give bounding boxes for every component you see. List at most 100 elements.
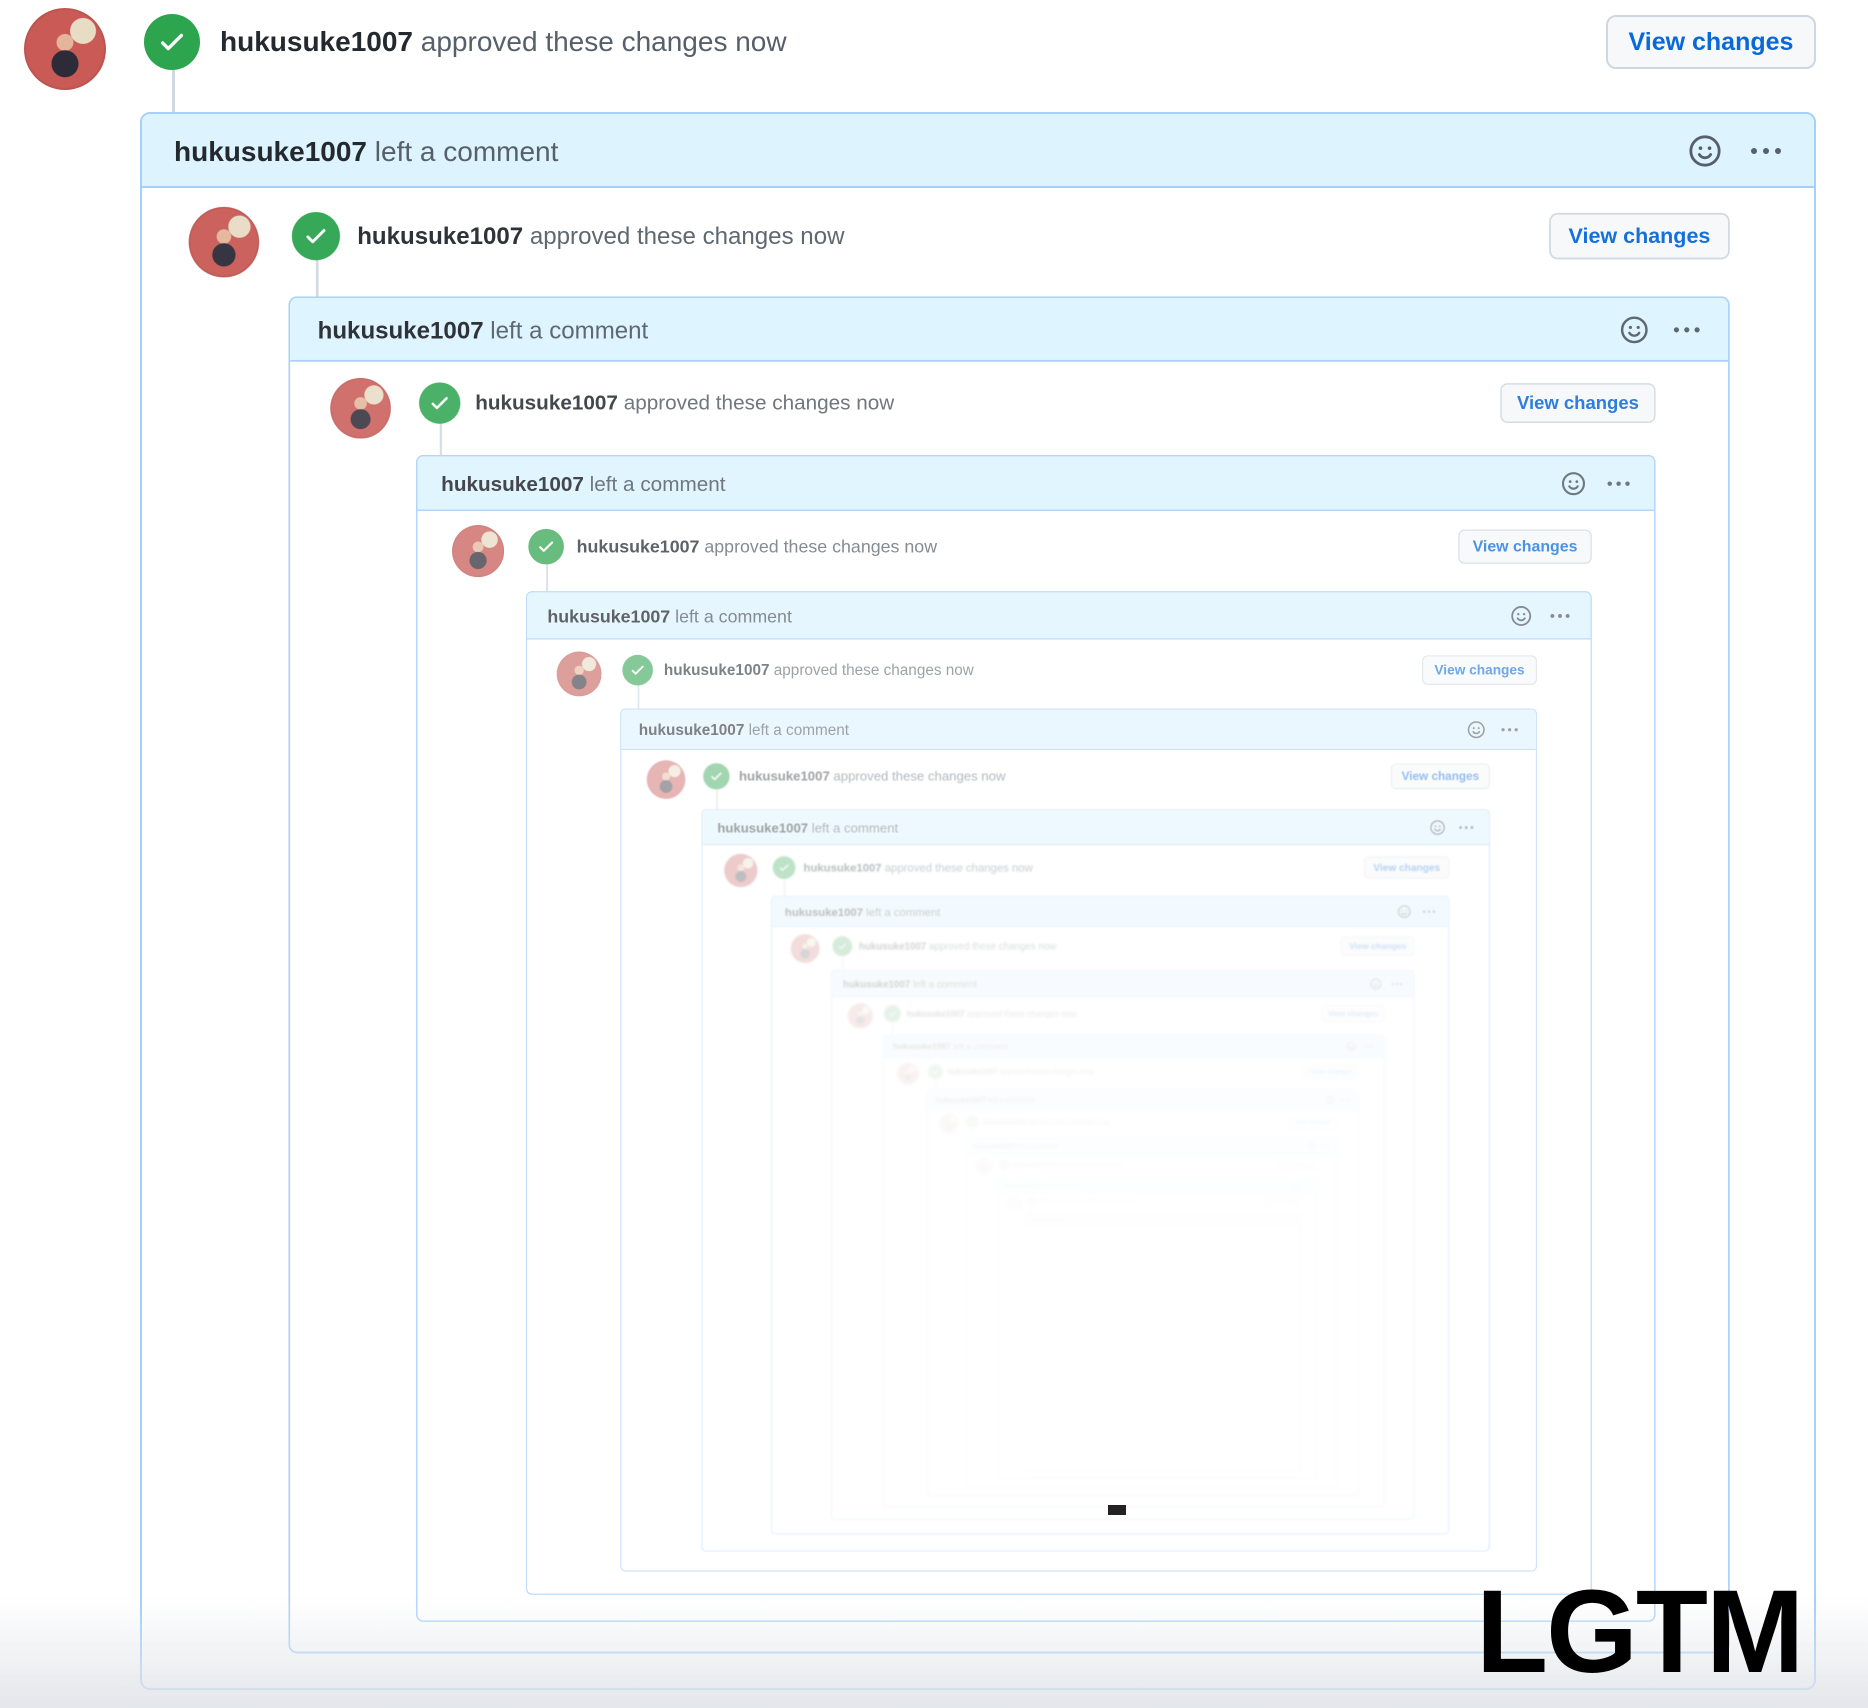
comment-author-link[interactable]: hukusuke1007 [639, 722, 745, 739]
view-changes-button[interactable]: View changes [1364, 856, 1450, 879]
author-link[interactable]: hukusuke1007 [1040, 1199, 1072, 1204]
avatar[interactable] [790, 934, 820, 963]
comment-author-link[interactable]: hukusuke1007 [174, 136, 367, 167]
comment-box: hukusuke1007 left a comment [882, 1034, 1385, 1507]
smiley-icon[interactable] [1430, 820, 1446, 836]
author-link[interactable]: hukusuke1007 [577, 536, 700, 556]
comment-title: hukusuke1007 left a comment [973, 1142, 1058, 1151]
smiley-icon[interactable] [1308, 1142, 1316, 1150]
avatar[interactable] [724, 853, 758, 888]
comment-author-link[interactable]: hukusuke1007 [936, 1096, 986, 1104]
comment-author-link[interactable]: hukusuke1007 [441, 473, 584, 496]
avatar[interactable] [940, 1114, 958, 1132]
vanishing-point [1108, 1505, 1126, 1515]
avatar[interactable] [848, 1003, 873, 1029]
kebab-horizontal-icon[interactable] [1421, 906, 1437, 918]
avatar[interactable] [646, 760, 686, 799]
smiley-icon[interactable] [1688, 134, 1722, 168]
view-changes-button[interactable]: View changes [1304, 1064, 1359, 1079]
check-circle-icon [622, 654, 653, 686]
view-changes-button[interactable]: View changes [1458, 529, 1592, 564]
comment-box: hukusuke1007 left a comment [1027, 1213, 1301, 1471]
view-changes-button[interactable]: View changes [1390, 763, 1490, 789]
comment-body: hukusuke1007 approved these changes now … [883, 1057, 1383, 1506]
comment-author-link[interactable]: hukusuke1007 [318, 317, 484, 344]
smiley-icon[interactable] [1561, 471, 1586, 496]
avatar[interactable] [188, 206, 260, 278]
kebab-horizontal-icon[interactable] [1547, 606, 1572, 625]
kebab-horizontal-icon[interactable] [1390, 979, 1404, 989]
kebab-horizontal-icon[interactable] [1670, 317, 1704, 343]
view-changes-button[interactable]: View changes [1321, 1005, 1385, 1022]
author-link[interactable]: hukusuke1007 [1013, 1162, 1050, 1168]
author-link[interactable]: hukusuke1007 [859, 941, 926, 952]
comment-header: hukusuke1007 left a comment [621, 709, 1536, 750]
approval-label: approved these changes now [966, 1008, 1077, 1019]
comment-author-link[interactable]: hukusuke1007 [973, 1143, 1016, 1150]
avatar[interactable] [976, 1158, 992, 1174]
check-circle-icon [772, 856, 796, 879]
avatar[interactable] [451, 525, 505, 578]
author-link[interactable]: hukusuke1007 [983, 1118, 1026, 1125]
approval-label: approved these changes now [773, 661, 974, 679]
approval-text: hukusuke1007 approved these changes now [475, 388, 894, 418]
kebab-horizontal-icon[interactable] [1341, 1096, 1351, 1104]
kebab-horizontal-icon[interactable] [1604, 473, 1634, 495]
comment-author-link[interactable]: hukusuke1007 [717, 821, 808, 836]
author-link[interactable]: hukusuke1007 [664, 661, 770, 678]
comment-author-link[interactable]: hukusuke1007 [1005, 1183, 1042, 1189]
author-link[interactable]: hukusuke1007 [739, 769, 830, 784]
view-changes-button[interactable]: View changes [1341, 936, 1415, 956]
view-changes-button[interactable]: View changes [1422, 655, 1537, 685]
kebab-horizontal-icon[interactable] [1304, 1183, 1312, 1189]
kebab-horizontal-icon[interactable] [1746, 136, 1786, 166]
avatar[interactable] [24, 8, 106, 90]
comment-title: hukusuke1007 left a comment [1005, 1182, 1078, 1190]
kebab-horizontal-icon[interactable] [1457, 821, 1476, 835]
avatar[interactable] [330, 377, 391, 439]
smiley-icon[interactable] [1280, 1217, 1286, 1223]
avatar[interactable] [1008, 1196, 1021, 1209]
comment-author-link[interactable]: hukusuke1007 [893, 1042, 951, 1051]
author-link[interactable]: hukusuke1007 [948, 1068, 998, 1076]
comment-label: left a comment [374, 136, 559, 167]
view-changes-button[interactable]: View changes [1500, 383, 1656, 424]
view-changes-button[interactable]: View changes [1266, 1197, 1300, 1206]
view-changes-button[interactable]: View changes [1277, 1160, 1317, 1170]
approval-label: approved these changes now [1052, 1162, 1122, 1168]
view-changes-button[interactable]: View changes [1290, 1116, 1336, 1128]
smiley-icon[interactable] [1293, 1182, 1299, 1188]
smiley-icon[interactable] [1397, 905, 1411, 919]
comment-body: hukusuke1007 approved these changes now … [702, 845, 1489, 1551]
comment-author-link[interactable]: hukusuke1007 [785, 906, 863, 919]
smiley-icon[interactable] [1510, 605, 1532, 627]
kebab-horizontal-icon[interactable] [1363, 1042, 1375, 1051]
kebab-horizontal-icon[interactable] [1289, 1217, 1296, 1222]
smiley-icon[interactable] [1346, 1041, 1356, 1051]
comment-header: hukusuke1007 left a comment [999, 1178, 1317, 1192]
comment-body: hukusuke1007 approved these changes now … [928, 1109, 1358, 1495]
view-changes-button[interactable]: View changes [1549, 212, 1730, 260]
comment-body: hukusuke1007 approved these changes now … [418, 511, 1655, 1620]
kebab-horizontal-icon[interactable] [1321, 1143, 1330, 1150]
comment-box: hukusuke1007 left a comment [525, 591, 1592, 1595]
comment-header: hukusuke1007 left a comment [1027, 1213, 1301, 1225]
smiley-icon[interactable] [1620, 315, 1649, 344]
comment-author-link[interactable]: hukusuke1007 [1032, 1217, 1064, 1222]
author-link[interactable]: hukusuke1007 [475, 391, 618, 414]
smiley-icon[interactable] [1370, 978, 1382, 990]
comment-author-link[interactable]: hukusuke1007 [547, 606, 670, 626]
avatar[interactable] [897, 1063, 919, 1085]
kebab-horizontal-icon[interactable] [1499, 722, 1521, 738]
view-changes-button[interactable]: View changes [1606, 15, 1816, 69]
smiley-icon[interactable] [1467, 720, 1486, 739]
approval-label: approved these changes now [999, 1067, 1094, 1076]
author-link[interactable]: hukusuke1007 [804, 861, 882, 874]
comment-author-link[interactable]: hukusuke1007 [843, 979, 910, 990]
smiley-icon[interactable] [1325, 1095, 1335, 1104]
comment-title: hukusuke1007 left a comment [1032, 1216, 1095, 1223]
author-link[interactable]: hukusuke1007 [907, 1009, 965, 1018]
avatar[interactable] [556, 651, 602, 697]
author-link[interactable]: hukusuke1007 [357, 222, 523, 249]
author-link[interactable]: hukusuke1007 [220, 26, 413, 57]
